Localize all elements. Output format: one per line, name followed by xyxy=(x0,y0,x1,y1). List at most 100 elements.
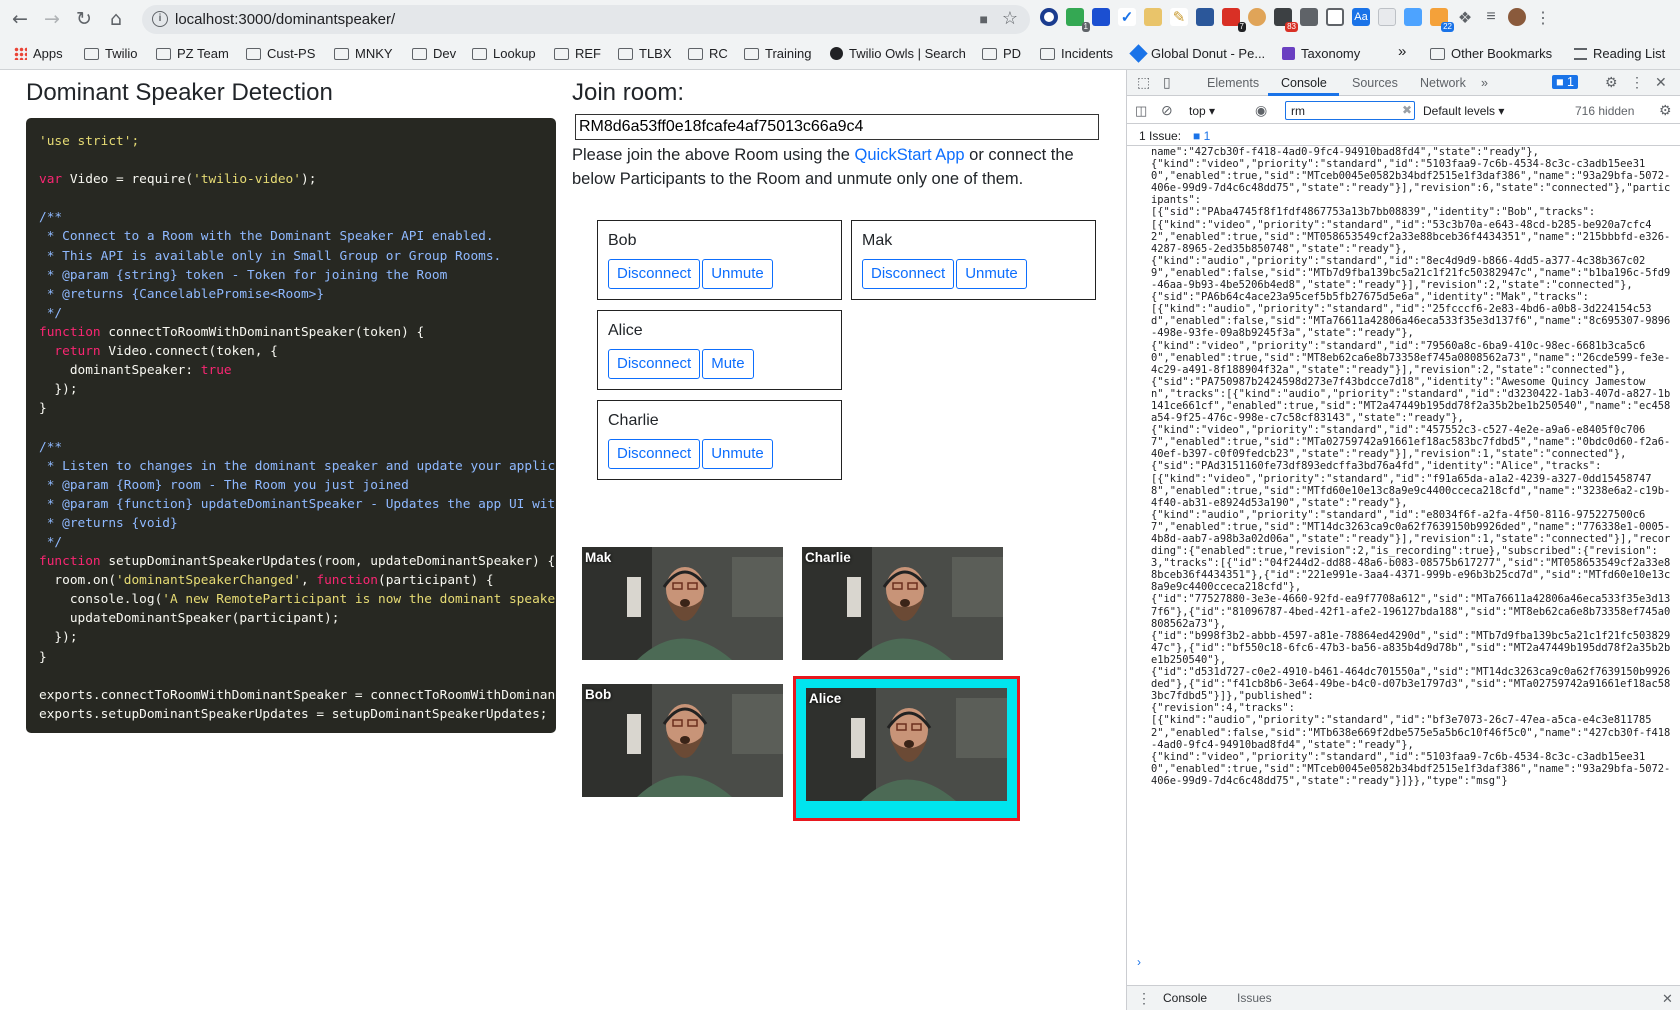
bookmark-tlbx[interactable]: TLBX xyxy=(618,46,672,61)
video-tile-alice: Alice xyxy=(806,688,1007,801)
drawer-menu-icon[interactable]: ⋮ xyxy=(1137,990,1151,1007)
kebab-menu-icon[interactable]: ⋮ xyxy=(1534,8,1552,27)
drawer-tab-issues[interactable]: Issues xyxy=(1237,991,1272,1005)
participant-name: Mak xyxy=(862,232,893,249)
tab-sources[interactable]: Sources xyxy=(1352,76,1398,90)
console-settings-icon[interactable]: ⚙ xyxy=(1659,102,1672,119)
sidebar-toggle-icon[interactable]: ◫ xyxy=(1135,103,1147,119)
bookmark-ref[interactable]: REF xyxy=(554,46,601,61)
forward-icon[interactable]: → xyxy=(40,7,64,31)
device-toolbar-icon[interactable]: ▯ xyxy=(1163,74,1171,91)
issues-badge[interactable]: ■ 1 xyxy=(1552,75,1578,89)
bookmark-pz-team[interactable]: PZ Team xyxy=(156,46,229,61)
video-label: Alice xyxy=(809,691,842,706)
bookmark-reading-list[interactable]: Reading List xyxy=(1574,46,1665,61)
calendar-icon[interactable]: 83 xyxy=(1274,8,1298,32)
window-icon[interactable] xyxy=(1404,8,1422,26)
reload-icon[interactable]: ↻ xyxy=(72,7,96,31)
tab-elements[interactable]: Elements xyxy=(1207,76,1259,90)
puzzle-icon[interactable]: ❖ xyxy=(1456,8,1474,27)
bookmark-mnky[interactable]: MNKY xyxy=(334,46,393,61)
disconnect-button[interactable]: Disconnect xyxy=(608,259,701,289)
extension-gray-icon[interactable] xyxy=(1378,8,1396,26)
clear-filter-icon[interactable]: ✖ xyxy=(1402,103,1412,117)
bookmark-twilio-owls[interactable]: Twilio Owls | Search xyxy=(830,46,966,61)
search-extension-icon[interactable] xyxy=(1326,8,1344,26)
bookmark-global-donut[interactable]: Global Donut - Pe... xyxy=(1129,44,1265,63)
console-filter-input[interactable] xyxy=(1285,101,1415,120)
bookmarks-overflow[interactable]: » xyxy=(1398,43,1406,60)
more-tabs-icon[interactable]: » xyxy=(1481,76,1488,90)
drawer-tab-console[interactable]: Console xyxy=(1163,991,1207,1005)
bookmark-twilio[interactable]: Twilio xyxy=(84,46,138,61)
bookmark-star-icon[interactable]: ☆ xyxy=(1002,8,1018,29)
bookmark-rc[interactable]: RC xyxy=(688,46,728,61)
extension-green-icon[interactable]: 1 xyxy=(1066,8,1090,32)
bookmark-lookup[interactable]: Lookup xyxy=(472,46,536,61)
dictionary-icon[interactable]: Aa xyxy=(1352,8,1370,26)
bookmark-other[interactable]: Other Bookmarks xyxy=(1430,46,1552,61)
folder-icon xyxy=(246,48,261,60)
folder-icon xyxy=(84,48,99,60)
address-bar[interactable]: i localhost:3000/dominantspeaker/ ■ ☆ xyxy=(142,5,1030,34)
eye-icon[interactable]: ◉ xyxy=(1255,102,1267,119)
todo-icon[interactable]: 7 xyxy=(1222,8,1246,32)
bookmark-taxonomy[interactable]: Taxonomy xyxy=(1282,46,1360,61)
back-icon[interactable]: ← xyxy=(8,7,32,31)
participant-name: Charlie xyxy=(608,412,659,429)
inspect-element-icon[interactable]: ⬚ xyxy=(1137,74,1150,91)
disconnect-button[interactable]: Disconnect xyxy=(862,259,955,289)
bookmark-pd[interactable]: PD xyxy=(982,46,1021,61)
address-bar-url[interactable]: localhost:3000/dominantspeaker/ xyxy=(175,11,395,28)
bookmark-apps[interactable]: Apps xyxy=(14,46,63,61)
home-icon[interactable]: ⌂ xyxy=(104,7,128,31)
extension-yellow-icon[interactable] xyxy=(1144,8,1162,26)
unmute-button[interactable]: Unmute xyxy=(702,439,773,469)
room-sid-input[interactable] xyxy=(575,114,1099,140)
mute-button[interactable]: Mute xyxy=(702,349,754,379)
unmute-button[interactable]: Unmute xyxy=(956,259,1027,289)
console-prompt[interactable]: › xyxy=(1137,955,1141,969)
log-levels-dropdown[interactable]: Default levels ▾ xyxy=(1423,104,1504,118)
camera-in-use-icon[interactable]: ■ xyxy=(980,11,988,27)
rss-icon[interactable]: 22 xyxy=(1430,8,1454,32)
reading-list-icon[interactable]: ≡ xyxy=(1482,8,1500,26)
bookmark-dev[interactable]: Dev xyxy=(412,46,456,61)
participant-name: Bob xyxy=(608,232,637,249)
tab-network[interactable]: Network xyxy=(1420,76,1466,90)
clear-console-icon[interactable]: ⊘ xyxy=(1161,102,1173,119)
shield-icon[interactable] xyxy=(1092,8,1110,26)
bookmark-cust-ps[interactable]: Cust-PS xyxy=(246,46,315,61)
join-room-title: Join room: xyxy=(572,79,685,106)
table-icon[interactable] xyxy=(1196,8,1214,26)
broom-icon[interactable]: ✎ xyxy=(1170,8,1188,26)
site-info-icon[interactable]: i xyxy=(152,11,168,27)
screenshot-icon[interactable] xyxy=(1300,8,1318,26)
avatar[interactable] xyxy=(1508,8,1526,26)
video-label: Mak xyxy=(585,550,612,565)
cookie-icon[interactable] xyxy=(1248,8,1266,26)
apps-grid-icon xyxy=(14,47,27,60)
unmute-button[interactable]: Unmute xyxy=(702,259,773,289)
browser-chrome: ← → ↻ ⌂ i localhost:3000/dominantspeaker… xyxy=(0,0,1680,70)
video-tile-bob: Bob xyxy=(582,684,783,797)
kebab-menu-icon[interactable]: ⋮ xyxy=(1630,74,1644,91)
settings-gear-icon[interactable]: ⚙ xyxy=(1605,74,1618,91)
issues-bar[interactable]: 1 Issue: ■ 1 xyxy=(1127,125,1680,146)
folder-icon xyxy=(982,48,997,60)
disconnect-button[interactable]: Disconnect xyxy=(608,349,701,379)
bookmark-training[interactable]: Training xyxy=(744,46,811,61)
checkmark-icon[interactable]: ✓ xyxy=(1118,8,1136,26)
bookmark-incidents[interactable]: Incidents xyxy=(1040,46,1113,61)
context-selector[interactable]: top ▾ xyxy=(1189,104,1215,118)
page-content: Dominant Speaker Detection 'use strict';… xyxy=(0,70,1126,1010)
extension-circle-icon[interactable] xyxy=(1040,8,1058,26)
close-drawer-icon[interactable]: ✕ xyxy=(1662,991,1673,1007)
close-devtools-icon[interactable]: ✕ xyxy=(1655,74,1667,91)
disconnect-button[interactable]: Disconnect xyxy=(608,439,701,469)
tab-console[interactable]: Console xyxy=(1281,76,1327,90)
quickstart-app-link[interactable]: QuickStart App xyxy=(855,146,965,164)
participant-card-charlie: Charlie Disconnect Unmute xyxy=(597,400,842,480)
issues-count[interactable]: ■ 1 xyxy=(1193,129,1210,143)
video-label: Bob xyxy=(585,687,612,702)
